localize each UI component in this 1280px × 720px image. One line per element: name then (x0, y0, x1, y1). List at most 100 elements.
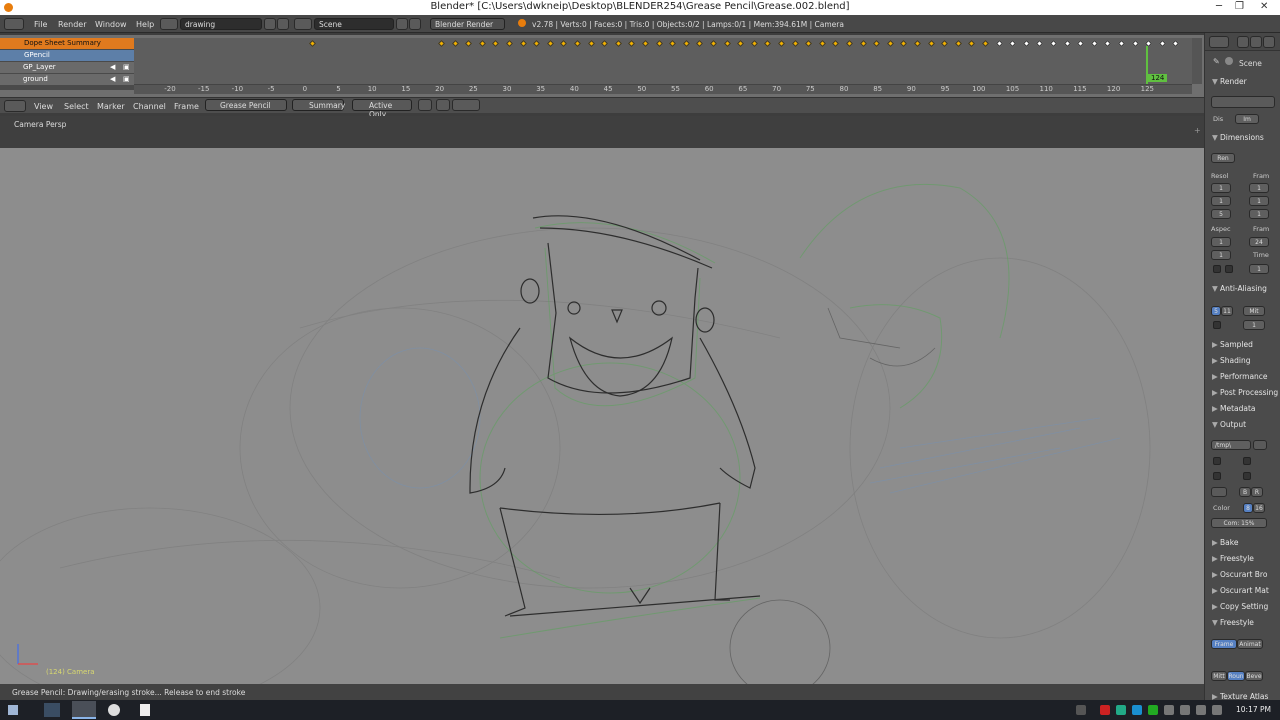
keyframe-diamond[interactable] (886, 39, 894, 48)
scene-icon[interactable] (294, 18, 312, 30)
tray-volume-icon[interactable] (1196, 705, 1206, 715)
menu-view[interactable]: View (34, 102, 53, 111)
keyframe-diamond[interactable] (859, 39, 867, 48)
frame-end-field[interactable]: 1 (1249, 196, 1269, 206)
keyframe-diamond[interactable] (968, 39, 976, 48)
keyframe-diamond[interactable] (995, 39, 1003, 48)
panel-post-processing[interactable]: ▶ Post Processing (1205, 386, 1280, 400)
crop-checkbox[interactable] (1225, 265, 1233, 273)
keyframe-diamond[interactable] (941, 39, 949, 48)
aspect-y-field[interactable]: 1 (1211, 250, 1231, 260)
file-explorer-icon[interactable] (44, 703, 60, 717)
compression-slider[interactable]: Com: 15% (1211, 518, 1267, 528)
keyframe-diamond[interactable] (845, 39, 854, 48)
frame-start-field[interactable]: 1 (1249, 183, 1269, 193)
keyframe-diamond[interactable] (777, 39, 786, 48)
display-select[interactable]: Im (1235, 114, 1259, 124)
keyframe-diamond[interactable] (628, 39, 636, 48)
toolshelf-toggle-icon[interactable]: + (1194, 126, 1201, 135)
full-sample-checkbox[interactable] (1213, 321, 1221, 329)
keyframe-diamond[interactable] (832, 39, 840, 48)
panel-shading[interactable]: ▶ Shading (1205, 354, 1280, 368)
resolution-y-field[interactable]: 1 (1211, 196, 1231, 206)
output-path-field[interactable]: /tmp\ (1211, 440, 1251, 450)
keyframe-diamond[interactable] (682, 39, 690, 48)
keyframe-diamond[interactable] (1090, 39, 1098, 48)
dopesheet-scrollbar[interactable] (1192, 38, 1202, 84)
keyframe-diamond[interactable] (927, 39, 935, 48)
freestyle-round-button[interactable]: Roun (1227, 671, 1245, 681)
scene-field[interactable]: Scene (314, 18, 394, 30)
lock-icon[interactable]: ▣ (123, 74, 130, 85)
minimize-button[interactable]: ─ (1216, 1, 1222, 12)
close-button[interactable]: ✕ (1260, 1, 1268, 12)
color-bw-button[interactable]: B (1239, 487, 1251, 497)
color-rgb-button[interactable]: R (1251, 487, 1263, 497)
keyframe-diamond[interactable] (1131, 39, 1139, 48)
menu-render[interactable]: Render (58, 20, 86, 29)
tray-app3-icon[interactable] (1132, 705, 1142, 715)
frame-rate-select[interactable]: 24 (1249, 237, 1269, 247)
keyframe-diamond[interactable] (1022, 39, 1030, 48)
taskbar-clock[interactable]: 10:17 PM (1236, 705, 1271, 714)
keyframe-diamond[interactable] (573, 39, 582, 48)
dopesheet-editor-type-button[interactable] (4, 100, 26, 112)
tray-network-icon[interactable] (1164, 705, 1174, 715)
keyframe-diamond[interactable] (1049, 39, 1058, 48)
start-button-icon[interactable] (8, 705, 18, 715)
keyframe-diamond[interactable] (669, 39, 677, 48)
keyframe-diamond[interactable] (900, 39, 908, 48)
panel-copy-settings[interactable]: ▶ Copy Setting (1205, 600, 1280, 614)
aa-filter-select[interactable]: Mit (1243, 306, 1265, 316)
tray-nvidia-icon[interactable] (1148, 705, 1158, 715)
keyframe-diamond[interactable] (818, 39, 826, 48)
dopesheet-keyframe-area[interactable]: 124 (134, 38, 1192, 90)
panel-sampled[interactable]: ▶ Sampled (1205, 338, 1280, 352)
keyframe-diamond[interactable] (737, 39, 745, 48)
tray-power-icon[interactable] (1180, 705, 1190, 715)
color-depth-16-button[interactable]: 16 (1253, 503, 1265, 513)
panel-anti-aliasing[interactable]: ▼ Anti-Aliasing (1205, 282, 1280, 296)
speaker-icon[interactable]: ◀ (110, 62, 115, 73)
keyframe-diamond[interactable] (451, 39, 459, 48)
tray-app-icon[interactable] (1100, 705, 1110, 715)
keyframe-diamond[interactable] (655, 39, 663, 48)
tray-app2-icon[interactable] (1116, 705, 1126, 715)
panel-bake[interactable]: ▶ Bake (1205, 536, 1280, 550)
channel-dope-sheet-summary[interactable]: Dope Sheet Summary (0, 38, 134, 49)
maximize-button[interactable]: ❐ (1235, 1, 1244, 12)
render-buttons-row[interactable] (1211, 96, 1275, 108)
keyframe-diamond[interactable] (1158, 39, 1166, 48)
channel-gpencil[interactable]: GPencil (0, 50, 134, 61)
keyframe-diamond[interactable] (723, 39, 731, 48)
screen-layout-icon[interactable] (160, 18, 178, 30)
obs-task-icon[interactable] (108, 704, 120, 716)
keyframe-diamond[interactable] (1063, 39, 1071, 48)
summary-toggle[interactable]: Summary (292, 99, 345, 111)
keyframe-diamond[interactable] (614, 39, 622, 48)
render-preset-select[interactable]: Ren (1211, 153, 1235, 163)
time-remap-field[interactable]: 1 (1249, 264, 1269, 274)
freestyle-miter-button[interactable]: Mitt (1211, 671, 1227, 681)
file-format-icon[interactable] (1211, 487, 1227, 497)
color-depth-8-button[interactable]: 8 (1243, 503, 1253, 513)
file-extensions-checkbox[interactable] (1243, 457, 1251, 465)
keyframe-diamond[interactable] (913, 39, 922, 48)
keyframe-diamond[interactable] (641, 39, 650, 48)
keyframe-diamond[interactable] (492, 39, 500, 48)
keyframe-diamond[interactable] (750, 39, 758, 48)
keyframe-diamond[interactable] (696, 39, 704, 48)
menu-channel[interactable]: Channel (133, 102, 166, 111)
keyframe-diamond[interactable] (1009, 39, 1017, 48)
keyframe-diamond[interactable] (1077, 39, 1085, 48)
placeholders-checkbox[interactable] (1213, 472, 1221, 480)
keyframe-diamond[interactable] (478, 39, 486, 48)
panel-oscurart-mat[interactable]: ▶ Oscurart Mat (1205, 584, 1280, 598)
panel-output[interactable]: ▼ Output (1205, 418, 1280, 432)
panel-metadata[interactable]: ▶ Metadata (1205, 402, 1280, 416)
menu-help[interactable]: Help (136, 20, 154, 29)
aa-samples-5[interactable]: 5 (1211, 306, 1221, 316)
panel-oscurart-bro[interactable]: ▶ Oscurart Bro (1205, 568, 1280, 582)
3d-viewport[interactable]: (124) Camera (0, 148, 1204, 684)
keyframe-diamond[interactable] (981, 39, 990, 48)
